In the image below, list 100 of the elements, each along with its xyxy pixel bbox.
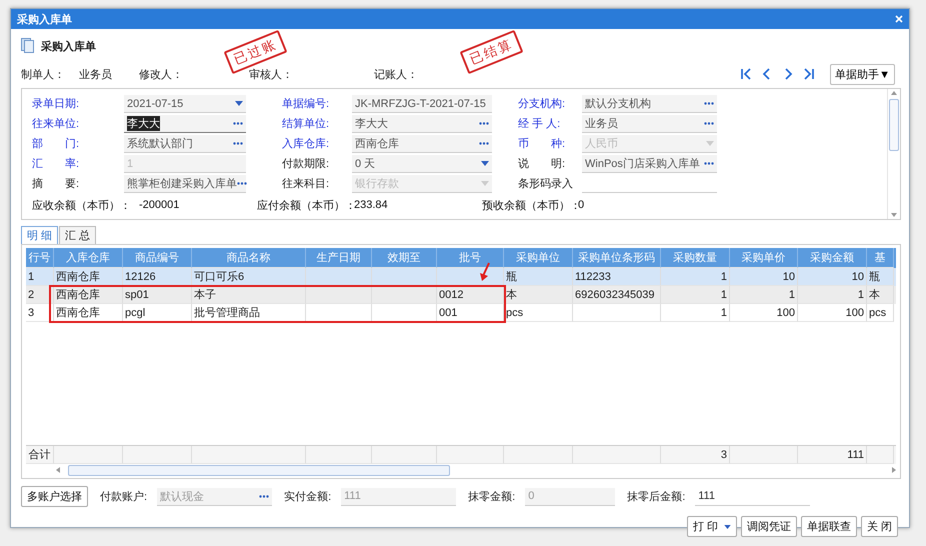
- more-icon[interactable]: [704, 162, 714, 165]
- field-label: 说 明:: [518, 157, 566, 172]
- field-value: 业务员: [585, 117, 618, 131]
- field-value: 熊掌柜创建采购入库单: [127, 176, 237, 191]
- helper-button[interactable]: 单据助手▼: [830, 64, 895, 84]
- table-row[interactable]: 3 西南仓库 pcgl 批号管理商品 001 pcs 1 100 100 pcs: [26, 304, 896, 322]
- table-cell: pcs: [869, 306, 886, 318]
- field-label: 部 门:: [32, 136, 80, 152]
- balance-value: 233.84: [354, 199, 389, 211]
- input-field[interactable]: 默认分支机构: [582, 95, 717, 113]
- window-title: 采购入库单: [17, 12, 72, 26]
- table-cell-text: 本子: [194, 288, 216, 302]
- table-cell: 1: [858, 288, 864, 300]
- scroll-down-icon[interactable]: [891, 213, 897, 217]
- action-button[interactable]: 单据联查: [800, 516, 857, 537]
- total-cell: [54, 446, 123, 464]
- input-field[interactable]: 0 天: [352, 155, 492, 173]
- table-cell: pcs: [506, 306, 524, 318]
- total-cell: 合计: [26, 446, 54, 464]
- field-label: 抹零后金额:: [627, 490, 686, 504]
- input-field[interactable]: 2021-07-15: [124, 95, 246, 113]
- document-icon: [21, 38, 35, 54]
- table-row[interactable]: 2 西南仓库 sp01 本子 0012 本 6926032345039 1 1 1 本: [26, 286, 896, 304]
- table-cell: 1: [720, 270, 727, 282]
- input-field[interactable]: 李大大: [352, 115, 492, 133]
- total-cell: 3: [661, 446, 730, 464]
- dropdown-arrow-icon[interactable]: [481, 161, 489, 166]
- total-cell: [867, 446, 894, 464]
- balance-value: 0: [578, 199, 584, 211]
- field-value: 0 天: [355, 157, 376, 171]
- balance-label: 应收余额（本币）：: [32, 198, 129, 212]
- total-cell: [372, 446, 437, 464]
- more-icon[interactable]: [479, 122, 489, 125]
- input-field[interactable]: 李大大: [124, 115, 246, 133]
- tab[interactable]: 汇 总: [59, 226, 96, 244]
- field-label: 经 手 人:: [518, 117, 562, 132]
- table-cell: 112233: [575, 270, 611, 282]
- table-cell: sp01: [125, 288, 149, 300]
- vertical-scrollbar[interactable]: [887, 89, 900, 219]
- input-field[interactable]: JK-MRFZJG-T-2021-07-15: [352, 95, 492, 113]
- field-label: 条形码录入: [518, 177, 574, 192]
- total-cell: [504, 446, 573, 464]
- table-cell-text: 本: [869, 288, 880, 302]
- field-label: 入库仓库:: [282, 136, 330, 152]
- table-cell: 10: [852, 270, 864, 282]
- table-cell: pcgl: [125, 306, 146, 318]
- scroll-left-icon[interactable]: [56, 467, 60, 473]
- table-cell: 6926032345039: [575, 288, 655, 300]
- field-label: 币 种:: [518, 137, 566, 152]
- tab[interactable]: 明 细: [21, 226, 58, 244]
- table-cell: 1: [788, 288, 795, 300]
- balance-label: 预收余额（本币）：: [482, 198, 578, 212]
- field-label: 分支机构:: [518, 97, 566, 112]
- more-icon[interactable]: [704, 122, 714, 125]
- field-value: 人民币: [585, 137, 618, 151]
- field-value: 1: [127, 158, 134, 170]
- scroll-right-icon[interactable]: [892, 467, 896, 473]
- form-title: 采购入库单: [41, 40, 96, 54]
- field-label: 抹零金额:: [468, 490, 516, 504]
- dropdown-arrow-icon[interactable]: [235, 101, 243, 106]
- close-icon[interactable]: [895, 15, 903, 23]
- more-icon[interactable]: [233, 142, 243, 145]
- dropdown-arrow-icon: [724, 524, 731, 528]
- table-cell-text: 可口可乐6: [194, 270, 244, 284]
- more-icon[interactable]: [704, 102, 714, 105]
- input-field[interactable]: 业务员: [582, 115, 717, 133]
- input-field[interactable]: WinPos门店采购入库单: [582, 155, 717, 173]
- input-field[interactable]: 西南仓库: [352, 135, 492, 153]
- first-page-icon[interactable]: [740, 68, 752, 80]
- action-button[interactable]: 打 印: [686, 516, 737, 537]
- last-page-icon[interactable]: [803, 68, 816, 80]
- person-label: 制单人：: [21, 68, 65, 82]
- table-cell-text: 瓶: [869, 270, 880, 284]
- table-cell: 10: [782, 270, 795, 282]
- field-value: 111: [698, 490, 715, 502]
- field-label: 汇 率:: [32, 156, 80, 172]
- field-value: WinPos门店采购入库单: [585, 156, 700, 171]
- total-cell: 111: [798, 446, 867, 464]
- person-label: 记账人：: [374, 68, 418, 82]
- input-field[interactable]: 熊掌柜创建采购入库单: [124, 175, 246, 193]
- table-cell-text: 西南仓库: [56, 288, 100, 302]
- field-label: 付款账户:: [100, 490, 148, 504]
- table-cell-text: 西南仓库: [56, 306, 100, 320]
- action-button[interactable]: 调阅凭证: [740, 516, 797, 537]
- more-icon[interactable]: [479, 142, 489, 145]
- more-icon[interactable]: [233, 122, 243, 125]
- table-row[interactable]: 1 西南仓库 12126 可口可乐6 瓶 112233 1 10 10 瓶: [26, 268, 896, 286]
- arrow-icon: [478, 262, 492, 282]
- input-field[interactable]: 系统默认部门: [124, 135, 246, 153]
- table-cell-text: 本: [506, 288, 517, 302]
- more-icon[interactable]: [237, 182, 247, 185]
- total-cell: [306, 446, 372, 464]
- action-button[interactable]: 关 闭: [860, 516, 898, 537]
- total-cell: [730, 446, 798, 464]
- scroll-up-icon[interactable]: [891, 91, 897, 95]
- field-label: 摘 要:: [32, 176, 80, 192]
- field-value: 西南仓库: [355, 136, 399, 151]
- multi-account-button[interactable]: 多账户选择: [21, 486, 88, 507]
- field-label: 实付金额:: [284, 490, 332, 504]
- field-value: 默认分支机构: [585, 97, 651, 111]
